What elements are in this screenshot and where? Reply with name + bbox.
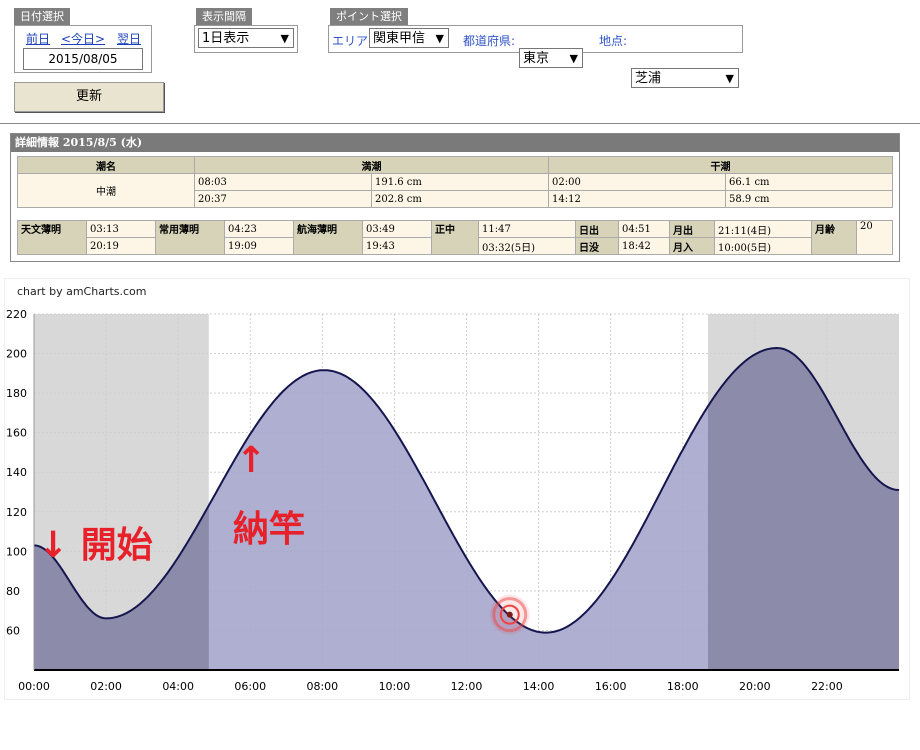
date-field[interactable]: 2015/08/05 <box>23 48 143 70</box>
date-panel: 前日 <今日> 翌日 2015/08/05 <box>14 25 152 73</box>
table-cell: 202.8 cm <box>371 190 549 208</box>
end-annotation: 納竿 <box>233 509 306 550</box>
header-low-tide: 干潮 <box>548 156 893 174</box>
chart-container: chart by amCharts.com <box>4 278 910 700</box>
header-tide-name: 潮名 <box>17 156 195 174</box>
area-select-value: 関東甲信 <box>373 31 426 46</box>
table-cell: 02:00 <box>548 173 726 191</box>
table-cell: 04:51 <box>618 220 670 238</box>
table-cell: 18:42 <box>618 237 670 255</box>
table-cell: 航海薄明 <box>293 220 363 255</box>
detail-title: 詳細情報 2015/8/5 (水) <box>11 134 899 152</box>
date-panel-label: 日付選択 <box>14 8 70 26</box>
end-arrow-annotation: ↑ <box>236 440 267 481</box>
table-cell: 03:32(5日) <box>478 237 576 255</box>
table-cell: 10:00(5日) <box>714 237 812 255</box>
table-cell: 08:03 <box>194 173 372 191</box>
table-cell: 03:13 <box>86 220 156 238</box>
tide-table: 潮名 満潮 干潮 中潮 08:03 191.6 cm 02:00 66.1 cm… <box>17 156 893 208</box>
tide-name: 中潮 <box>17 173 195 208</box>
chevron-down-icon: ▼ <box>569 52 578 65</box>
table-cell: 11:47 <box>478 220 576 238</box>
prev-day-link[interactable]: 前日 <box>26 30 50 47</box>
start-annotation: ↓ 開始 <box>38 525 153 566</box>
pref-label: 都道府県: <box>463 34 516 48</box>
area-label: エリア: <box>332 34 373 48</box>
table-cell: 日出 <box>575 220 619 238</box>
point-panel-label: ポイント選択 <box>330 8 408 26</box>
table-cell: 月入 <box>669 237 715 255</box>
table-cell: 19:09 <box>224 237 294 255</box>
table-cell: 14:12 <box>548 190 726 208</box>
chevron-down-icon: ▼ <box>725 72 734 85</box>
astro-table: 天文薄明 03:13 常用薄明 04:23 航海薄明 03:49 正中 11:4… <box>17 220 893 255</box>
table-cell: 20 <box>856 220 893 255</box>
table-cell: 66.1 cm <box>725 173 893 191</box>
table-cell: 正中 <box>431 220 479 255</box>
table-cell: 20:19 <box>86 237 156 255</box>
pref-select[interactable]: 東京 ▼ <box>519 48 583 68</box>
interval-panel-label: 表示間隔 <box>196 8 252 26</box>
pref-select-value: 東京 <box>523 51 550 66</box>
chart-credit[interactable]: chart by amCharts.com <box>17 285 147 298</box>
table-cell: 04:23 <box>224 220 294 238</box>
table-cell: 21:11(4日) <box>714 220 812 238</box>
table-cell: 03:49 <box>362 220 432 238</box>
interval-select[interactable]: 1日表示 ▼ <box>198 28 294 48</box>
chevron-down-icon: ▼ <box>280 32 289 45</box>
point-panel: エリア: 関東甲信 ▼ 都道府県: 東京 ▼ 地点: 芝浦 ▼ <box>328 25 743 88</box>
header-high-tide: 満潮 <box>194 156 549 174</box>
point-select-value: 芝浦 <box>635 71 662 86</box>
point-label: 地点: <box>599 34 628 48</box>
table-cell: 20:37 <box>194 190 372 208</box>
chevron-down-icon: ▼ <box>435 32 444 45</box>
table-cell: 58.9 cm <box>725 190 893 208</box>
table-cell: 月齢 <box>811 220 857 255</box>
area-select[interactable]: 関東甲信 ▼ <box>369 28 449 48</box>
divider <box>0 123 920 124</box>
table-cell: 191.6 cm <box>371 173 549 191</box>
today-link[interactable]: <今日> <box>61 30 105 47</box>
table-cell: 天文薄明 <box>17 220 87 255</box>
update-button[interactable]: 更新 <box>14 82 164 112</box>
table-cell: 月出 <box>669 220 715 238</box>
interval-panel: 1日表示 ▼ <box>194 25 298 53</box>
detail-panel: 詳細情報 2015/8/5 (水) 潮名 満潮 干潮 中潮 08:03 191.… <box>10 133 900 262</box>
table-cell: 19:43 <box>362 237 432 255</box>
next-day-link[interactable]: 翌日 <box>117 30 141 47</box>
interval-select-value: 1日表示 <box>202 31 250 46</box>
point-select[interactable]: 芝浦 ▼ <box>631 68 739 88</box>
table-cell: 常用薄明 <box>155 220 225 255</box>
table-cell: 日没 <box>575 237 619 255</box>
